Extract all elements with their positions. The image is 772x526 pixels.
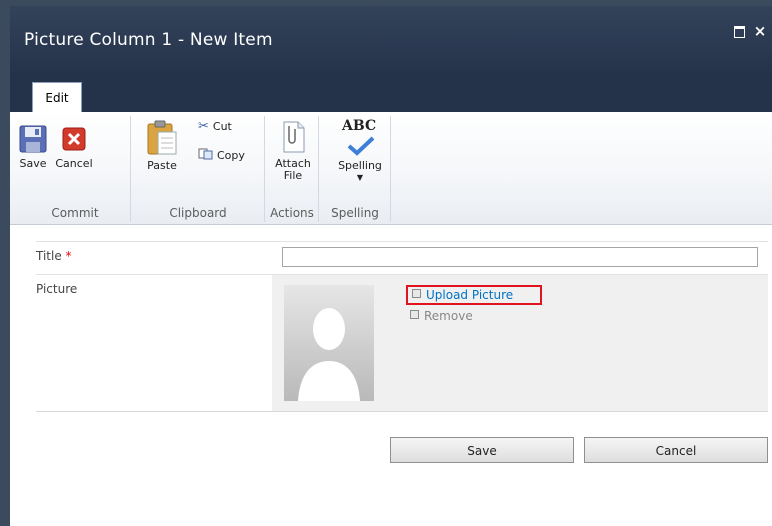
- copy-button[interactable]: Copy: [198, 148, 245, 164]
- tab-edit[interactable]: Edit: [32, 82, 82, 113]
- title-input[interactable]: [282, 247, 758, 267]
- attach-label-line2: File: [283, 169, 303, 182]
- checkmark-icon: [347, 136, 375, 156]
- spelling-button[interactable]: ABC Spelling ▼: [332, 118, 388, 192]
- cancel-ribbon-label: Cancel: [55, 157, 93, 170]
- close-icon[interactable]: ×: [753, 24, 767, 39]
- upload-bullet-icon: [412, 289, 421, 298]
- save-ribbon-button[interactable]: Save: [16, 124, 50, 186]
- form-divider: [36, 411, 768, 412]
- attach-file-button[interactable]: Attach File: [270, 120, 316, 190]
- ribbon-separator: [130, 116, 131, 222]
- upload-picture-label: Upload Picture: [426, 288, 514, 302]
- save-button[interactable]: Save: [390, 437, 574, 463]
- paste-button[interactable]: Paste: [142, 118, 182, 188]
- title-field-label: Title *: [36, 249, 72, 263]
- cut-button[interactable]: ✂ Cut: [198, 119, 232, 135]
- upload-picture-link[interactable]: Upload Picture: [406, 285, 542, 305]
- form-divider: [36, 241, 768, 242]
- remove-picture-link[interactable]: Remove: [410, 309, 473, 323]
- dialog: Picture Column 1 - New Item × Edit Save …: [10, 6, 772, 526]
- copy-icon: [198, 148, 213, 160]
- picture-field-label: Picture: [36, 282, 78, 296]
- title-label-text: Title: [36, 249, 62, 263]
- dialog-titlebar: Picture Column 1 - New Item ×: [10, 6, 772, 76]
- ribbon-separator: [264, 116, 265, 222]
- person-silhouette-icon: [298, 308, 360, 401]
- group-label-actions: Actions: [270, 206, 314, 220]
- cancel-button[interactable]: Cancel: [584, 437, 768, 463]
- group-label-clipboard: Clipboard: [169, 206, 227, 220]
- paste-icon: [147, 120, 177, 155]
- copy-label: Copy: [217, 149, 245, 162]
- window-frame-left: [0, 0, 10, 526]
- attach-file-icon: [283, 121, 305, 153]
- required-marker: *: [65, 249, 72, 263]
- avatar-placeholder: [284, 285, 374, 401]
- ribbon-separator: [390, 116, 391, 222]
- maximize-icon[interactable]: [732, 24, 746, 38]
- remove-bullet-icon: [410, 310, 419, 319]
- spelling-icon-text: ABC: [342, 118, 377, 134]
- paste-label: Paste: [147, 159, 177, 172]
- scissors-icon: ✂: [198, 119, 209, 134]
- spelling-icon: ABC: [340, 118, 380, 158]
- ribbon-separator: [318, 116, 319, 222]
- ribbon-tabstrip: [10, 76, 772, 112]
- spelling-label: Spelling: [338, 159, 382, 172]
- group-label-commit: Commit: [51, 206, 99, 220]
- chevron-down-icon: ▼: [356, 173, 364, 182]
- cut-label: Cut: [212, 120, 232, 133]
- save-ribbon-label: Save: [19, 157, 47, 170]
- dialog-title: Picture Column 1 - New Item: [24, 30, 273, 50]
- cancel-ribbon-button[interactable]: Cancel: [54, 124, 94, 186]
- save-icon: [19, 125, 47, 153]
- group-label-spelling: Spelling: [331, 206, 379, 220]
- cancel-icon: [62, 127, 86, 151]
- remove-picture-label: Remove: [424, 309, 473, 323]
